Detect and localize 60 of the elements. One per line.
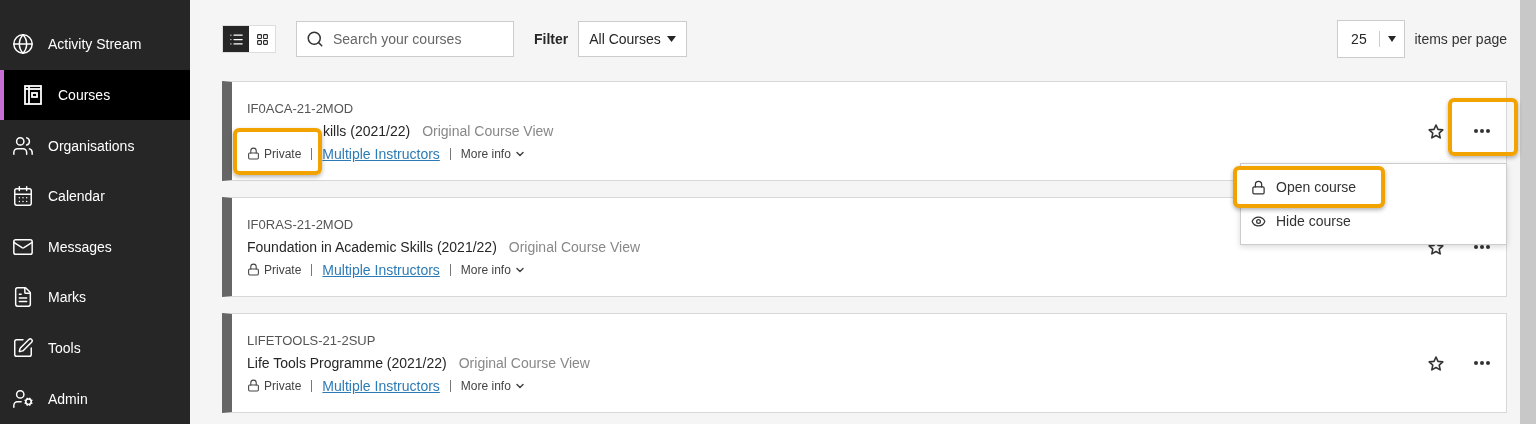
course-title: kills (2021/22) [322, 122, 411, 139]
favorite-button[interactable] [1426, 353, 1446, 373]
more-icon [1474, 245, 1490, 249]
star-icon [1428, 123, 1444, 139]
more-options-button[interactable] [1472, 359, 1492, 367]
more-icon [1474, 129, 1490, 133]
more-info-button[interactable]: More info [460, 146, 526, 161]
privacy-label: Private [264, 146, 302, 161]
course-title: Life Tools Programme (2021/22) [247, 354, 447, 371]
sidebar-item[interactable]: Marks [0, 272, 190, 323]
course-code: IF0ACA-21-2MOD [247, 100, 354, 116]
sidebar-item[interactable]: Calendar [0, 170, 190, 222]
sidebar-item[interactable]: Messages [0, 221, 190, 273]
grid-icon [255, 32, 269, 46]
privacy-label: Private [264, 378, 302, 393]
course-code: LIFETOOLS-21-2SUP [247, 332, 376, 348]
favorite-button[interactable] [1426, 121, 1446, 141]
menu-item[interactable]: Open course [1233, 166, 1385, 208]
page-size-dropdown[interactable]: 25 [1337, 20, 1406, 58]
filter-label: Filter [534, 31, 569, 47]
lock-icon [247, 147, 260, 160]
instructors-link[interactable]: Multiple Instructors [322, 145, 440, 162]
search-field[interactable]: Search your courses [296, 21, 514, 57]
more-info-button[interactable]: More info [460, 378, 526, 393]
eye-icon [1251, 213, 1266, 229]
lock-icon [1251, 179, 1266, 195]
instructors-link[interactable]: Multiple Instructors [322, 261, 440, 278]
sidebar-item[interactable]: Tools [0, 322, 190, 374]
caret-icon [1388, 36, 1397, 42]
sidebar-item[interactable]: Courses [0, 69, 190, 121]
lock-icon [247, 379, 260, 392]
people-icon [12, 134, 34, 157]
course-view-label: Original Course View [508, 238, 641, 255]
more-options-button[interactable] [1472, 243, 1492, 251]
document-icon [12, 286, 34, 309]
sidebar-item[interactable]: Admin [0, 373, 190, 424]
edit-icon [12, 337, 34, 360]
book-icon [22, 83, 44, 106]
course-title: Foundation in Academic Skills (2021/22) [247, 238, 497, 255]
caret-icon [666, 36, 676, 42]
sidebar-item[interactable]: Organisations [0, 120, 190, 171]
privacy-label: Private [264, 262, 302, 277]
list-icon [228, 31, 244, 47]
list-view-button[interactable] [223, 26, 249, 52]
search-icon [306, 30, 324, 48]
course-view-label: Original Course View [422, 122, 554, 139]
sidebar-item[interactable]: Activity Stream [0, 19, 190, 70]
more-info-button[interactable]: More info [460, 262, 526, 277]
star-icon [1428, 355, 1444, 371]
user-gear-icon [12, 387, 34, 410]
page-size-label: items per page [1414, 31, 1507, 47]
more-icon [1474, 361, 1490, 365]
lock-icon [247, 263, 260, 276]
filter-dropdown[interactable]: All Courses [578, 21, 687, 57]
globe-icon [12, 33, 34, 56]
course-view-label: Original Course View [458, 354, 590, 371]
course-code: IF0RAS-21-2MOD [247, 216, 354, 232]
calendar-icon [12, 185, 34, 208]
instructors-link[interactable]: Multiple Instructors [322, 377, 440, 394]
more-options-button[interactable] [1472, 127, 1492, 135]
